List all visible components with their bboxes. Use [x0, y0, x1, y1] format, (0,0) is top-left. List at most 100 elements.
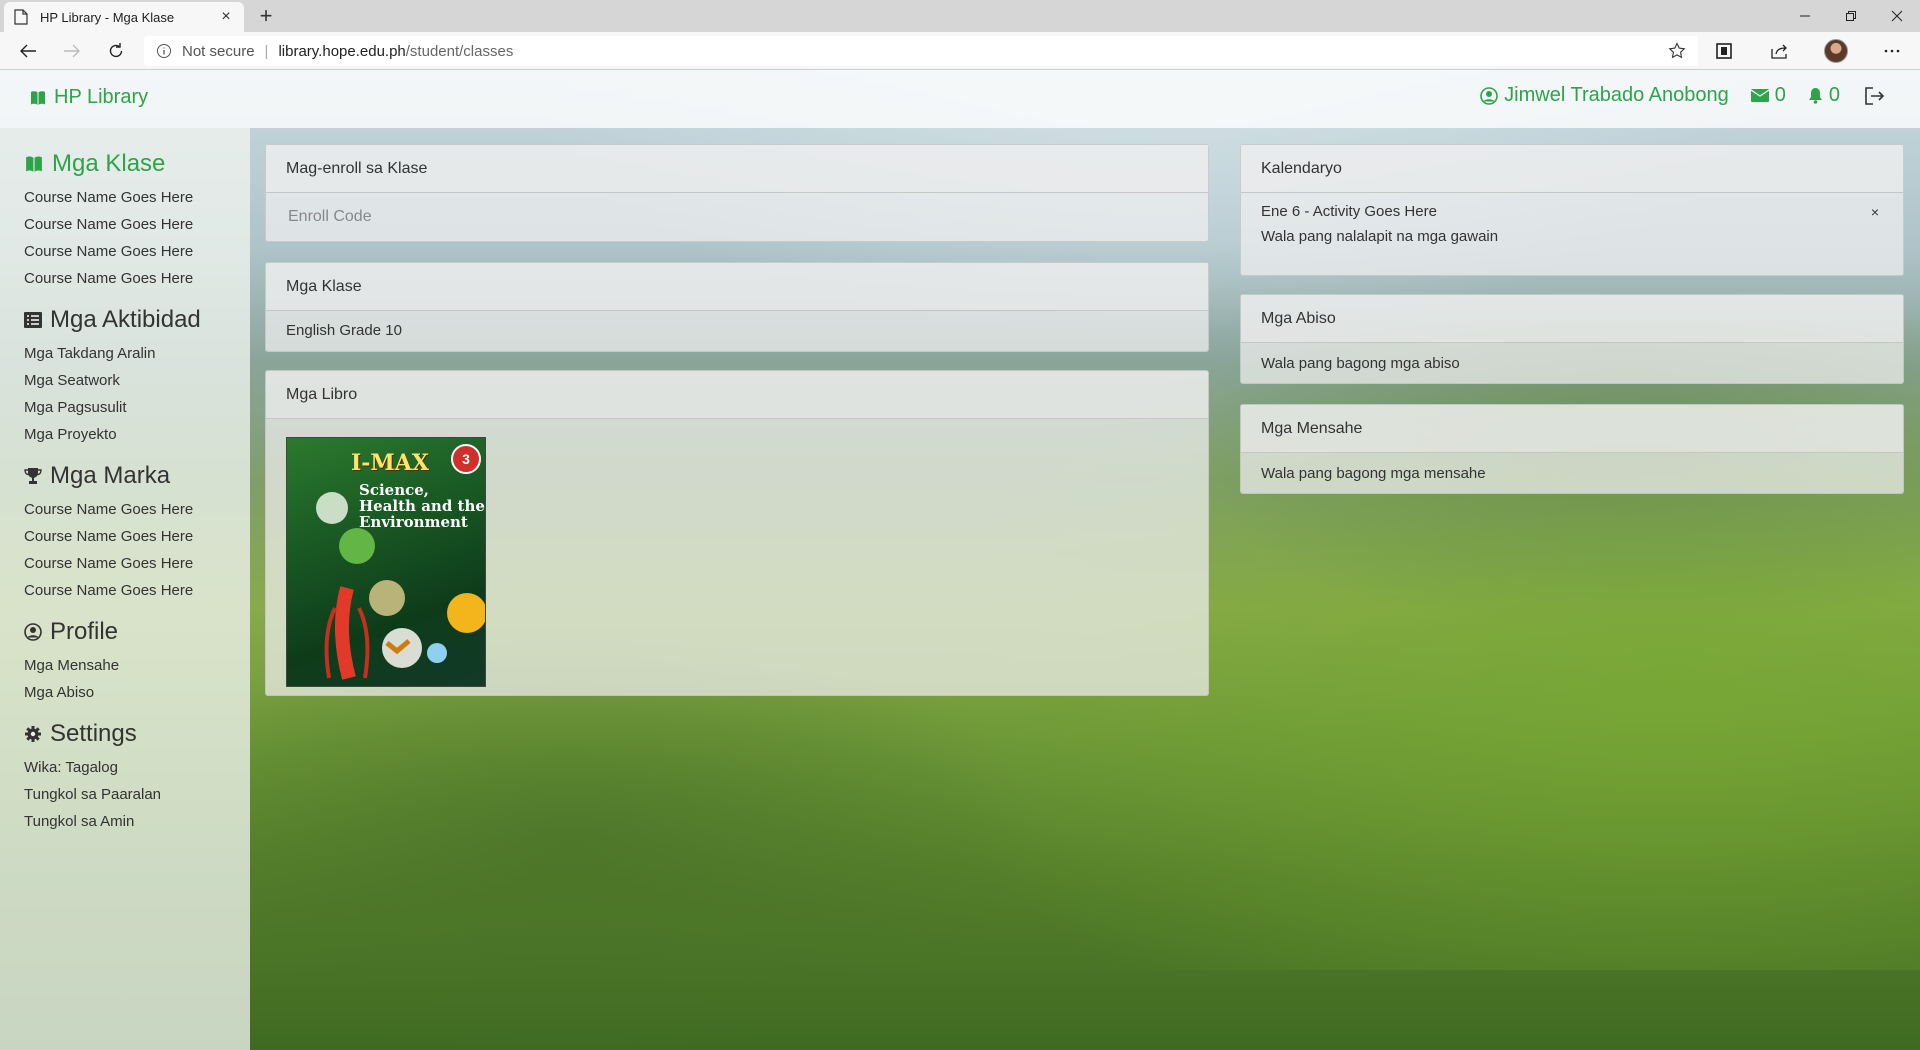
share-button[interactable] [1752, 36, 1808, 66]
avatar [1824, 39, 1848, 63]
back-button[interactable] [12, 36, 44, 66]
more-button[interactable] [1864, 36, 1920, 66]
forward-button[interactable] [56, 36, 88, 66]
info-icon [157, 44, 171, 58]
notices-card: Mga Abiso Wala pang bagong mga abiso [1240, 294, 1904, 384]
notifications-link[interactable]: 0 [1808, 84, 1840, 107]
class-item[interactable]: English Grade 10 [286, 321, 1188, 341]
messages-count: 0 [1774, 84, 1786, 106]
book-cover-art [316, 492, 485, 680]
restore-icon [1846, 11, 1856, 21]
reading-list-button[interactable] [1696, 36, 1752, 66]
sidebar-heading-grades[interactable]: Mga Marka [24, 462, 250, 490]
notices-card-title: Mga Abiso [1241, 295, 1903, 343]
sidebar-item-notices[interactable]: Mga Abiso [24, 679, 250, 706]
logout-button[interactable] [1864, 86, 1892, 105]
logout-icon [1865, 86, 1885, 105]
book-icon [26, 156, 42, 172]
envelope-icon [1750, 89, 1769, 102]
calendar-card-title: Kalendaryo [1241, 145, 1903, 193]
tab-title: HP Library - Mga Klase [40, 9, 175, 25]
sidebar-heading-label: Settings [50, 720, 137, 747]
sidebar-item-about-school[interactable]: Tungkol sa Paaralan [24, 781, 250, 808]
classes-card-title: Mga Klase [266, 263, 1208, 311]
sidebar-heading-settings[interactable]: Settings [24, 720, 250, 748]
profile-button[interactable] [1808, 36, 1864, 66]
calendar-card: Kalendaryo Ene 6 - Activity Goes Here × … [1240, 144, 1904, 276]
sidebar-item-messages[interactable]: Mga Mensahe [24, 652, 250, 679]
forward-icon [64, 44, 80, 58]
user-circle-icon [1480, 86, 1498, 105]
tab-close-button[interactable]: × [218, 9, 234, 25]
brand-link[interactable]: HP Library [30, 86, 148, 109]
calendar-activity[interactable]: Ene 6 - Activity Goes Here [1261, 203, 1437, 220]
url-separator: | [264, 42, 269, 60]
sidebar-item-course[interactable]: Course Name Goes Here [24, 184, 250, 211]
notifications-count: 0 [1828, 84, 1840, 106]
gear-icon [25, 726, 41, 742]
sidebar-heading-profile[interactable]: Profile [24, 618, 250, 646]
calendar-empty-text: Wala pang nalalapit na mga gawain [1261, 228, 1499, 245]
sidebar-item-course[interactable]: Course Name Goes Here [24, 211, 250, 238]
sidebar-item-grade-course[interactable]: Course Name Goes Here [24, 496, 250, 523]
browser-toolbar [1696, 36, 1920, 66]
browser-tab[interactable]: HP Library - Mga Klase × [4, 2, 244, 32]
url-bar[interactable]: Not secure | library.hope.edu.ph/student… [144, 36, 1698, 66]
enroll-card: Mag-enroll sa Klase [265, 144, 1209, 242]
enroll-card-title: Mag-enroll sa Klase [266, 145, 1208, 193]
sidebar: Mga Klase Course Name Goes Here Course N… [0, 128, 250, 1050]
books-card: Mga Libro I-MAX 3 Science, Health and th… [265, 370, 1209, 696]
user-link[interactable]: Jimwel Trabado Anobong [1480, 84, 1729, 107]
dismiss-activity-button[interactable]: × [1867, 204, 1883, 220]
sidebar-item-assignments[interactable]: Mga Takdang Aralin [24, 340, 250, 367]
new-tab-button[interactable]: + [252, 2, 280, 30]
sidebar-item-course[interactable]: Course Name Goes Here [24, 265, 250, 292]
notices-empty-text: Wala pang bagong mga abiso [1261, 355, 1460, 372]
sidebar-item-course[interactable]: Course Name Goes Here [24, 238, 250, 265]
book-icon [31, 90, 45, 105]
messages-card: Mga Mensahe Wala pang bagong mga mensahe [1240, 404, 1904, 494]
minimize-icon [1800, 15, 1810, 17]
sidebar-heading-classes[interactable]: Mga Klase [24, 150, 250, 178]
classes-card: Mga Klase English Grade 10 [265, 262, 1209, 352]
refresh-icon [109, 43, 123, 58]
page-viewport: HP Library Jimwel Trabado Anobong 0 0 Mg… [0, 70, 1920, 1050]
sidebar-item-quizzes[interactable]: Mga Pagsusulit [24, 394, 250, 421]
sidebar-section-settings: Settings Wika: Tagalog Tungkol sa Paaral… [24, 720, 250, 835]
sidebar-item-seatwork[interactable]: Mga Seatwork [24, 367, 250, 394]
navbar-right: Jimwel Trabado Anobong 0 0 [1458, 84, 1892, 107]
brand-name: HP Library [54, 86, 149, 108]
sidebar-heading-activities[interactable]: Mga Aktibidad [24, 306, 250, 334]
close-window-button[interactable] [1874, 0, 1920, 32]
sidebar-heading-label: Mga Aktibidad [50, 306, 201, 333]
browser-tab-bar: HP Library - Mga Klase × + [0, 0, 1920, 32]
book-cover[interactable]: I-MAX 3 Science, Health and the Environm… [286, 437, 486, 687]
back-icon [20, 44, 36, 58]
share-icon [1771, 44, 1787, 59]
messages-card-title: Mga Mensahe [1241, 405, 1903, 453]
top-navbar: HP Library Jimwel Trabado Anobong 0 0 [0, 70, 1920, 128]
sidebar-item-grade-course[interactable]: Course Name Goes Here [24, 577, 250, 604]
books-card-title: Mga Libro [266, 371, 1208, 419]
star-icon[interactable] [1668, 42, 1686, 60]
reading-list-icon [1716, 43, 1732, 59]
enroll-code-input[interactable] [286, 202, 1188, 232]
minimize-button[interactable] [1782, 0, 1828, 32]
sidebar-heading-label: Mga Klase [52, 150, 166, 177]
messages-empty-text: Wala pang bagong mga mensahe [1261, 465, 1486, 482]
security-label[interactable]: Not secure [182, 43, 255, 60]
sidebar-heading-label: Profile [50, 618, 119, 645]
restore-button[interactable] [1828, 0, 1874, 32]
sidebar-item-grade-course[interactable]: Course Name Goes Here [24, 523, 250, 550]
sidebar-item-projects[interactable]: Mga Proyekto [24, 421, 250, 448]
sidebar-section-classes: Mga Klase Course Name Goes Here Course N… [24, 150, 250, 292]
refresh-button[interactable] [100, 36, 132, 66]
page-icon [14, 9, 28, 25]
sidebar-section-activities: Mga Aktibidad Mga Takdang Aralin Mga Sea… [24, 306, 250, 448]
user-name: Jimwel Trabado Anobong [1504, 84, 1729, 106]
bell-icon [1808, 88, 1822, 104]
sidebar-item-about-us[interactable]: Tungkol sa Amin [24, 808, 250, 835]
sidebar-item-language[interactable]: Wika: Tagalog [24, 754, 250, 781]
sidebar-item-grade-course[interactable]: Course Name Goes Here [24, 550, 250, 577]
messages-link[interactable]: 0 [1750, 84, 1786, 107]
